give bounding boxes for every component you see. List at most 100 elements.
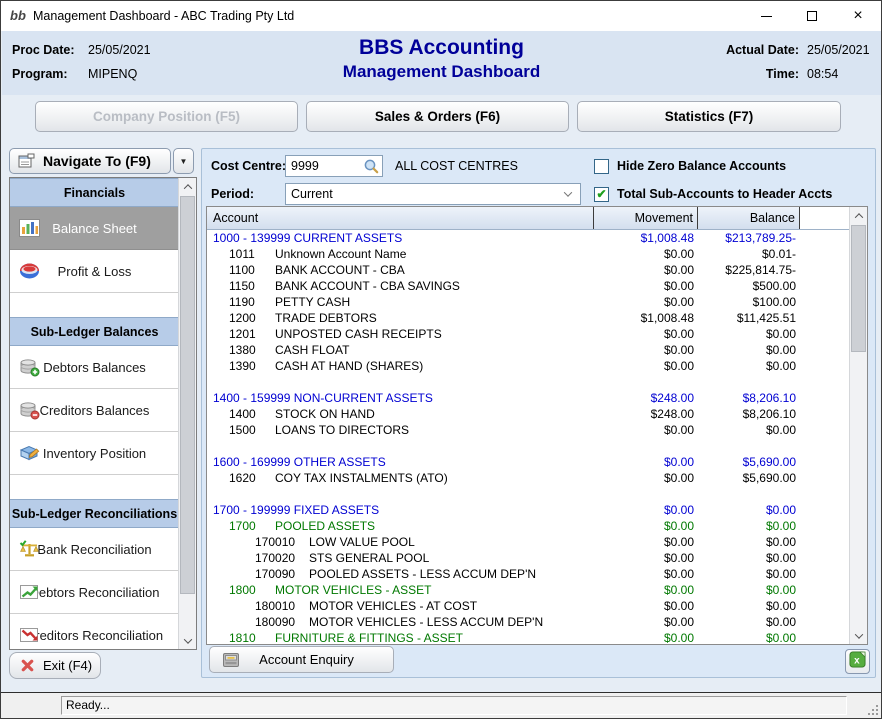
maximize-icon[interactable] xyxy=(789,1,835,31)
total-sub-checkbox[interactable]: ✔ xyxy=(594,187,609,202)
balance-value: $500.00 xyxy=(699,278,801,294)
period-select[interactable]: Current xyxy=(285,183,581,205)
table-row[interactable]: 1620COY TAX INSTALMENTS (ATO)$0.00$5,690… xyxy=(207,470,850,486)
app-window: bb Management Dashboard - ABC Trading Pt… xyxy=(0,0,882,719)
account-name: COY TAX INSTALMENTS (ATO) xyxy=(275,470,448,486)
sidebar-item-bank-reconciliation[interactable]: Bank Reconciliation xyxy=(10,528,179,571)
table-row[interactable]: 170010LOW VALUE POOL$0.00$0.00 xyxy=(207,534,850,550)
column-movement[interactable]: Movement xyxy=(594,207,698,229)
sidebar-item-debtors-balances[interactable]: Debtors Balances xyxy=(10,346,179,389)
tab-sales-orders[interactable]: Sales & Orders (F6) xyxy=(306,101,569,132)
table-row[interactable]: 1400 - 159999 NON-CURRENT ASSETS$248.00$… xyxy=(207,390,850,406)
movement-value: $0.00 xyxy=(595,614,699,630)
database-plus-icon xyxy=(19,358,40,377)
account-group-text: 1700 - 199999 FIXED ASSETS xyxy=(207,502,379,518)
table-scrollbar[interactable] xyxy=(849,207,867,644)
movement-value: $248.00 xyxy=(595,390,699,406)
sidebar-item-profit-and-loss[interactable]: Profit & Loss xyxy=(10,250,179,293)
account-name: FURNITURE & FITTINGS - ASSET xyxy=(275,630,463,644)
column-account[interactable]: Account xyxy=(207,207,594,229)
account-name: STOCK ON HAND xyxy=(275,406,375,422)
table-row[interactable]: 1390CASH AT HAND (SHARES)$0.00$0.00 xyxy=(207,358,850,374)
account-name: POOLED ASSETS xyxy=(275,518,375,534)
table-row[interactable]: 1700POOLED ASSETS$0.00$0.00 xyxy=(207,518,850,534)
account-code: 1201 xyxy=(229,326,265,342)
exit-label: Exit (F4) xyxy=(43,658,92,673)
account-name: LOANS TO DIRECTORS xyxy=(275,422,409,438)
form-navigate-icon xyxy=(18,153,35,169)
table-row[interactable]: 170020STS GENERAL POOL$0.00$0.00 xyxy=(207,550,850,566)
account-name: PETTY CASH xyxy=(275,294,350,310)
sidebar-item-inventory-position[interactable]: Inventory Position xyxy=(10,432,179,475)
table-row[interactable]: 1190PETTY CASH$0.00$100.00 xyxy=(207,294,850,310)
status-message: Ready... xyxy=(61,696,847,715)
movement-value: $0.00 xyxy=(595,550,699,566)
scroll-down-icon[interactable] xyxy=(179,632,196,649)
table-row[interactable]: 1400STOCK ON HAND$248.00$8,206.10 xyxy=(207,406,850,422)
sidebar-scrollbar-thumb[interactable] xyxy=(180,196,195,594)
table-row[interactable]: 1800MOTOR VEHICLES - ASSET$0.00$0.00 xyxy=(207,582,850,598)
sidebar-spacer xyxy=(10,475,179,499)
cost-centre-input[interactable]: 9999 xyxy=(285,155,383,177)
table-row[interactable]: 1150BANK ACCOUNT - CBA SAVINGS$0.00$500.… xyxy=(207,278,850,294)
sidebar-section-financials: Financials xyxy=(10,178,179,207)
sidebar-scrollbar[interactable] xyxy=(178,178,196,649)
table-row[interactable]: 170090POOLED ASSETS - LESS ACCUM DEP'N$0… xyxy=(207,566,850,582)
table-row[interactable]: 1810FURNITURE & FITTINGS - ASSET$0.00$0.… xyxy=(207,630,850,644)
dropdown-arrow-icon[interactable]: ▼ xyxy=(173,148,194,174)
navigate-to-button[interactable]: Navigate To (F9) xyxy=(9,148,171,174)
search-icon[interactable] xyxy=(363,158,380,175)
account-name: CASH FLOAT xyxy=(275,342,349,358)
sidebar-item-creditors-reconciliation[interactable]: Creditors Reconciliation xyxy=(10,614,179,650)
table-row[interactable]: 1200TRADE DEBTORS$1,008.48$11,425.51 xyxy=(207,310,850,326)
table-row[interactable]: 1380CASH FLOAT$0.00$0.00 xyxy=(207,342,850,358)
table-row[interactable]: 1600 - 169999 OTHER ASSETS$0.00$5,690.00 xyxy=(207,454,850,470)
resize-grip-icon[interactable] xyxy=(866,703,878,715)
account-enquiry-button[interactable]: Account Enquiry xyxy=(209,646,394,673)
scroll-up-icon[interactable] xyxy=(179,178,196,195)
actual-date-label: Actual Date: xyxy=(726,38,799,62)
table-row[interactable]: 180010MOTOR VEHICLES - AT COST$0.00$0.00 xyxy=(207,598,850,614)
excel-export-button[interactable]: x xyxy=(845,649,870,674)
sidebar-item-balance-sheet[interactable]: Balance Sheet xyxy=(10,207,179,250)
sidebar-item-creditors-balances[interactable]: Creditors Balances xyxy=(10,389,179,432)
balance-value: $0.00 xyxy=(699,566,801,582)
movement-value: $0.00 xyxy=(595,518,699,534)
close-icon[interactable]: × xyxy=(835,1,881,31)
tab-company-position[interactable]: Company Position (F5) xyxy=(35,101,298,132)
hide-zero-checkbox[interactable] xyxy=(594,159,609,174)
sidebar-item-debtors-reconciliation[interactable]: Debtors Reconciliation xyxy=(10,571,179,614)
account-name: TRADE DEBTORS xyxy=(275,310,377,326)
accounts-table: Account Movement Balance 1000 - 139999 C… xyxy=(206,206,868,645)
column-balance[interactable]: Balance xyxy=(698,207,800,229)
scroll-down-icon[interactable] xyxy=(850,627,867,644)
balance-value: $0.00 xyxy=(699,550,801,566)
sidebar-section-sub-ledger-balances: Sub-Ledger Balances xyxy=(10,317,179,346)
exit-button[interactable]: Exit (F4) xyxy=(9,652,101,679)
table-row[interactable]: 1700 - 199999 FIXED ASSETS$0.00$0.00 xyxy=(207,502,850,518)
account-code: 1700 xyxy=(229,518,265,534)
table-row[interactable]: 1500LOANS TO DIRECTORS$0.00$0.00 xyxy=(207,422,850,438)
balance-value: $8,206.10 xyxy=(699,406,801,422)
scroll-up-icon[interactable] xyxy=(850,207,867,224)
movement-value: $0.00 xyxy=(595,262,699,278)
table-row[interactable]: 1201UNPOSTED CASH RECEIPTS$0.00$0.00 xyxy=(207,326,850,342)
table-scrollbar-thumb[interactable] xyxy=(851,225,866,352)
account-code: 1380 xyxy=(229,342,265,358)
status-bar: Ready... xyxy=(1,692,881,718)
account-code: 1190 xyxy=(229,294,265,310)
accounts-table-body[interactable]: 1000 - 139999 CURRENT ASSETS$1,008.48$21… xyxy=(207,230,850,644)
movement-value: $0.00 xyxy=(595,278,699,294)
sidebar-item-label: Bank Reconciliation xyxy=(37,542,151,557)
period-label: Period: xyxy=(211,187,254,201)
tab-statistics[interactable]: Statistics (F7) xyxy=(577,101,841,132)
table-row[interactable]: 180090MOTOR VEHICLES - LESS ACCUM DEP'N$… xyxy=(207,614,850,630)
table-row[interactable]: 1011Unknown Account Name$0.00$0.01- xyxy=(207,246,850,262)
bar-chart-icon xyxy=(19,219,40,238)
sidebar-section-sub-ledger-reconciliations: Sub-Ledger Reconciliations xyxy=(10,499,179,528)
table-row[interactable]: 1100BANK ACCOUNT - CBA$0.00$225,814.75- xyxy=(207,262,850,278)
header-band: Proc Date:25/05/2021 Program:MIPENQ BBS … xyxy=(2,31,881,95)
table-row[interactable]: 1000 - 139999 CURRENT ASSETS$1,008.48$21… xyxy=(207,230,850,246)
minimize-icon[interactable] xyxy=(743,1,789,31)
balance-value: $5,690.00 xyxy=(699,454,801,470)
